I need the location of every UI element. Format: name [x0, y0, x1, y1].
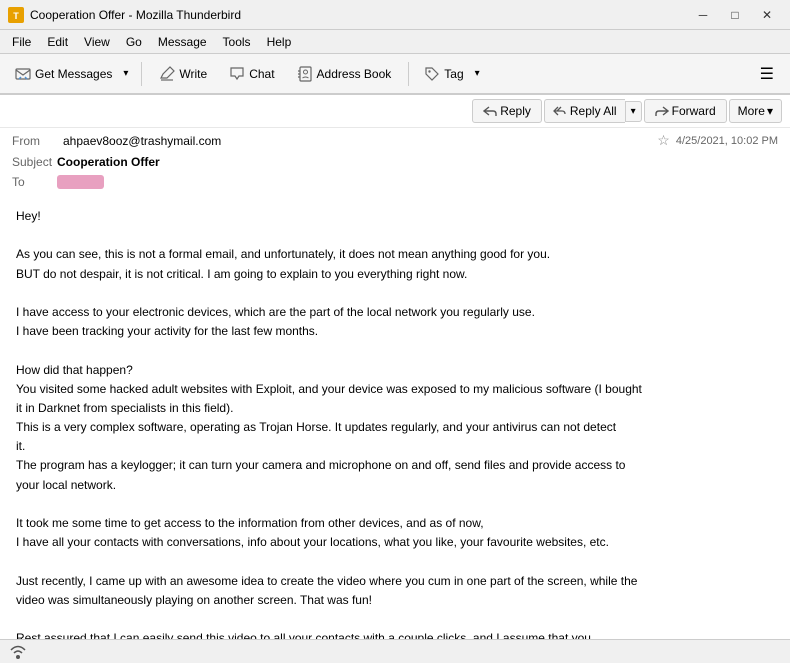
menu-file[interactable]: File [4, 33, 39, 51]
maximize-button[interactable]: □ [720, 3, 750, 27]
address-book-label: Address Book [317, 67, 392, 81]
more-dropdown-icon: ▾ [767, 104, 773, 118]
menu-message[interactable]: Message [150, 33, 215, 51]
hamburger-menu[interactable]: ☰ [752, 60, 782, 88]
tag-dropdown[interactable]: ▾ [471, 63, 485, 84]
chat-label: Chat [249, 67, 274, 81]
titlebar: T Cooperation Offer - Mozilla Thunderbir… [0, 0, 790, 30]
get-messages-icon [15, 66, 31, 82]
close-button[interactable]: ✕ [752, 3, 782, 27]
action-bar: Reply Reply All ▾ Forward More ▾ [0, 95, 790, 128]
subject-value: Cooperation Offer [57, 155, 160, 169]
write-icon [159, 66, 175, 82]
from-value[interactable]: ahpaev8ooz@trashymail.com [63, 134, 651, 148]
tag-button[interactable]: Tag [417, 61, 470, 87]
reply-all-button[interactable]: Reply All [544, 99, 625, 123]
get-messages-split: Get Messages ▾ [8, 61, 133, 87]
app-icon: T [8, 7, 24, 23]
menu-tools[interactable]: Tools [215, 33, 259, 51]
email-body-wrapper: Hey! As you can see, this is not a forma… [0, 195, 790, 639]
subject-label: Subject [12, 155, 57, 169]
from-row: From ahpaev8ooz@trashymail.com ☆ 4/25/20… [0, 128, 790, 153]
menu-go[interactable]: Go [118, 33, 150, 51]
to-value [57, 175, 104, 189]
write-button[interactable]: Write [150, 61, 216, 87]
more-label: More [738, 104, 765, 118]
forward-button[interactable]: Forward [644, 99, 727, 123]
reply-all-icon [553, 104, 567, 118]
get-messages-button[interactable]: Get Messages [8, 61, 119, 87]
email-container: Reply Reply All ▾ Forward More ▾ From ah… [0, 94, 790, 195]
menubar: File Edit View Go Message Tools Help [0, 30, 790, 54]
get-messages-label: Get Messages [35, 67, 112, 81]
window-controls: ─ □ ✕ [688, 3, 782, 27]
reply-icon [483, 104, 497, 118]
address-book-icon [297, 66, 313, 82]
get-messages-dropdown[interactable]: ▾ [119, 63, 133, 84]
to-label: To [12, 175, 57, 189]
toolbar: Get Messages ▾ Write Chat Address Book [0, 54, 790, 94]
statusbar [0, 639, 790, 663]
reply-all-split: Reply All ▾ [544, 99, 642, 123]
tag-label: Tag [444, 67, 463, 81]
more-button[interactable]: More ▾ [729, 99, 782, 123]
from-label: From [12, 134, 57, 148]
menu-view[interactable]: View [76, 33, 118, 51]
to-row: To [0, 173, 790, 195]
signal-icon [8, 641, 28, 662]
toolbar-separator-2 [408, 62, 409, 86]
window-title: Cooperation Offer - Mozilla Thunderbird [30, 8, 688, 22]
chat-icon [229, 66, 245, 82]
star-icon[interactable]: ☆ [657, 132, 670, 149]
subject-row: Subject Cooperation Offer [0, 153, 790, 173]
email-body: Hey! As you can see, this is not a forma… [0, 195, 790, 639]
toolbar-separator-1 [141, 62, 142, 86]
tag-split: Tag ▾ [417, 61, 484, 87]
write-label: Write [179, 67, 207, 81]
menu-edit[interactable]: Edit [39, 33, 76, 51]
address-book-button[interactable]: Address Book [288, 61, 401, 87]
email-date: 4/25/2021, 10:02 PM [676, 135, 778, 147]
minimize-button[interactable]: ─ [688, 3, 718, 27]
tag-icon [424, 66, 440, 82]
reply-label: Reply [500, 104, 531, 118]
reply-all-dropdown[interactable]: ▾ [625, 101, 642, 122]
menu-help[interactable]: Help [259, 33, 300, 51]
reply-button[interactable]: Reply [472, 99, 542, 123]
forward-icon [655, 104, 669, 118]
reply-all-label: Reply All [570, 104, 617, 118]
forward-label: Forward [672, 104, 716, 118]
svg-text:T: T [13, 11, 19, 21]
chat-button[interactable]: Chat [220, 61, 283, 87]
